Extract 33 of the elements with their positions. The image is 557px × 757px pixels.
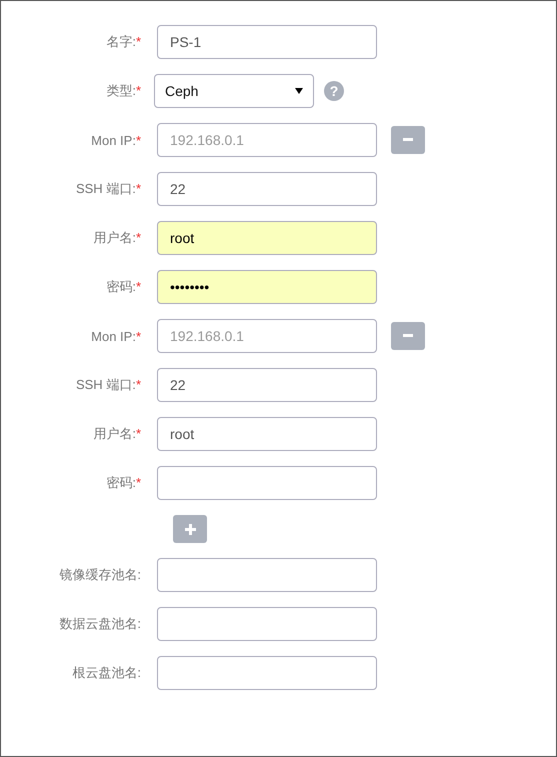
field-label: 类型:* (105, 82, 142, 100)
field-label: 名字:* (105, 33, 142, 51)
field-label: Mon IP:* (90, 328, 142, 344)
field-label: 根云盘池名: (71, 664, 142, 682)
caret-icon (295, 88, 303, 94)
field-label: Mon IP:* (90, 132, 142, 148)
minus-icon (403, 138, 413, 142)
field-label: 用户名:* (92, 425, 142, 443)
remove-button[interactable] (391, 322, 425, 350)
input-field[interactable]: 22 (157, 172, 377, 206)
field-label: 用户名:* (92, 229, 142, 247)
field-label: 数据云盘池名: (58, 615, 142, 633)
input-field[interactable] (157, 607, 377, 641)
plus-icon (184, 524, 196, 534)
input-field[interactable]: 22 (157, 368, 377, 402)
input-field[interactable]: 192.168.0.1 (157, 319, 377, 353)
input-field[interactable]: root (157, 417, 377, 451)
minus-icon (403, 334, 413, 338)
field-label: 镜像缓存池名: (58, 566, 142, 584)
type-dropdown[interactable]: Ceph (154, 74, 314, 108)
field-label: 密码:* (105, 474, 142, 492)
input-field[interactable]: •••••••• (157, 270, 377, 304)
input-field[interactable] (157, 656, 377, 690)
field-label: 密码:* (105, 278, 142, 296)
input-field[interactable] (157, 466, 377, 500)
input-field[interactable]: 192.168.0.1 (157, 123, 377, 157)
field-label: SSH 端口:* (74, 180, 142, 198)
input-field[interactable]: root (157, 221, 377, 255)
remove-button[interactable] (391, 126, 425, 154)
input-field[interactable]: PS-1 (157, 25, 377, 59)
add-button[interactable] (173, 515, 207, 543)
field-label: SSH 端口:* (74, 376, 142, 394)
input-field[interactable] (157, 558, 377, 592)
